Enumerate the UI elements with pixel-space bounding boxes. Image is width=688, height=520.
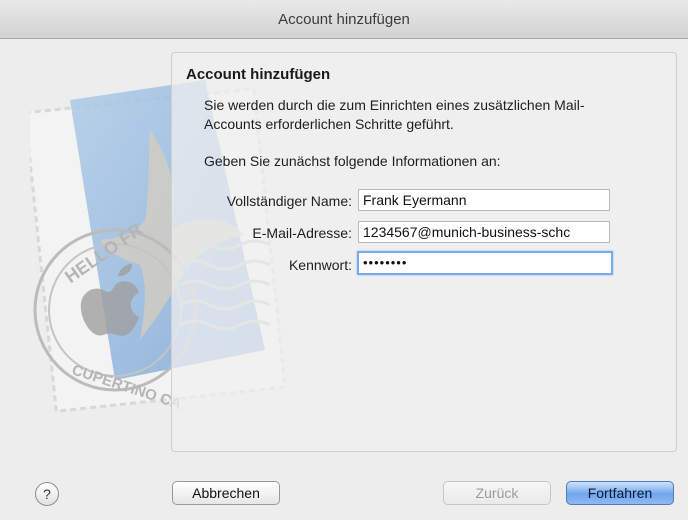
title-bar: Account hinzufügen <box>0 0 688 39</box>
back-button[interactable]: Zurück <box>443 481 551 505</box>
window-title: Account hinzufügen <box>278 10 410 28</box>
cancel-button[interactable]: Abbrechen <box>172 481 280 505</box>
help-button[interactable]: ? <box>35 482 59 506</box>
prompt-text: Geben Sie zunächst folgende Informatione… <box>204 153 501 169</box>
email-field[interactable]: 1234567@munich-business-schc <box>358 221 610 243</box>
add-account-window: Account hinzufügen HELLO FR CUPERTINO CA <box>0 0 688 520</box>
password-label: Kennwort: <box>288 257 352 273</box>
full-name-field[interactable]: Frank Eyermann <box>358 189 610 211</box>
continue-button[interactable]: Fortfahren <box>566 481 674 505</box>
page-heading: Account hinzufügen <box>186 66 331 83</box>
intro-text: Sie werden durch die zum Einrichten eine… <box>204 97 585 132</box>
full-name-label: Vollständiger Name: <box>226 193 352 209</box>
password-field[interactable]: •••••••• <box>357 251 613 275</box>
email-label: E-Mail-Adresse: <box>252 225 352 241</box>
